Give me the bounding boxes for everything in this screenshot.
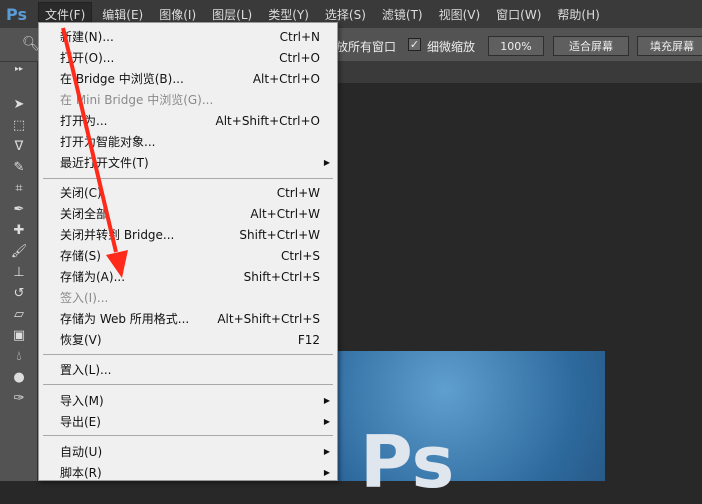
- menu-item[interactable]: 打开为... Alt+Shift+Ctrl+O: [39, 110, 337, 131]
- menu-item-label: 恢复(V): [60, 333, 102, 347]
- menu-item-shortcut: Alt+Shift+Ctrl+O: [215, 113, 320, 128]
- menu-item-label: 打开为...: [60, 114, 108, 128]
- eraser-tool-icon[interactable]: ▱: [0, 304, 38, 325]
- menu-item-shortcut: Alt+Ctrl+O: [252, 71, 320, 86]
- menu-item[interactable]: 在 Bridge 中浏览(B)... Alt+Ctrl+O: [39, 68, 337, 89]
- gradient-tool-icon[interactable]: ▣: [0, 325, 38, 346]
- blur-tool-icon[interactable]: 💧︎: [0, 346, 38, 367]
- menu-item-label: 签入(I)...: [60, 291, 109, 305]
- menu-item-label: 在 Bridge 中浏览(B)...: [60, 72, 184, 86]
- menu-separator: [43, 435, 333, 436]
- menu-item-label: 存储为(A)...: [60, 270, 126, 284]
- quick-select-tool-icon[interactable]: ✎: [0, 157, 38, 178]
- collapse-icon[interactable]: ▸▸: [0, 62, 38, 76]
- menu-item-label: 导出(E): [60, 415, 101, 429]
- menu-item[interactable]: 导入(M) ▶: [39, 390, 337, 411]
- marquee-tool-icon[interactable]: ⬚: [0, 115, 38, 136]
- zoom-100-button[interactable]: 100%: [488, 36, 544, 56]
- healing-brush-icon[interactable]: ✚: [0, 220, 38, 241]
- menu-item[interactable]: 打开(O)... Ctrl+O: [39, 47, 337, 68]
- move-tool-icon[interactable]: ➤: [0, 94, 38, 115]
- menu-separator: [43, 354, 333, 355]
- menu-item[interactable]: 导出(E) ▶: [39, 411, 337, 432]
- menu-item[interactable]: 关闭全部 Alt+Ctrl+W: [39, 203, 337, 224]
- menu-item[interactable]: 自动(U) ▶: [39, 441, 337, 462]
- menu-item-label: 存储为 Web 所用格式...: [60, 312, 190, 326]
- menu-item-shortcut: Ctrl+O: [279, 50, 320, 65]
- menu-item-shortcut: Alt+Shift+Ctrl+S: [217, 311, 320, 326]
- submenu-arrow-icon: ▶: [323, 447, 330, 456]
- menu-item-label: 导入(M): [60, 394, 104, 408]
- menu-item[interactable]: 脚本(R) ▶: [39, 462, 337, 483]
- menu-window[interactable]: 窗口(W): [490, 3, 547, 26]
- all-windows-label[interactable]: 放所有窗口: [336, 38, 396, 55]
- menu-item[interactable]: 存储为(A)... Shift+Ctrl+S: [39, 266, 337, 287]
- menu-item-label: 打开(O)...: [60, 51, 115, 65]
- menu-item[interactable]: 新建(N)... Ctrl+N: [39, 26, 337, 47]
- menu-item-label: 自动(U): [60, 445, 103, 459]
- history-brush-icon[interactable]: ↺: [0, 283, 38, 304]
- menu-item[interactable]: 存储为 Web 所用格式... Alt+Shift+Ctrl+S: [39, 308, 337, 329]
- toolbox: ▸▸ ➤ ⬚ ᐁ ✎ ⌗ ✒ ✚ 🖌︎ ⊥ ↺ ▱ ▣ 💧︎ ● ✑: [0, 62, 38, 481]
- menu-item[interactable]: 恢复(V) F12: [39, 329, 337, 350]
- stamp-tool-icon[interactable]: ⊥: [0, 262, 38, 283]
- dodge-tool-icon[interactable]: ●: [0, 367, 38, 388]
- menu-item: 在 Mini Bridge 中浏览(G)...: [39, 89, 337, 110]
- lasso-tool-icon[interactable]: ᐁ: [0, 136, 38, 157]
- submenu-arrow-icon: ▶: [323, 468, 330, 477]
- scrubby-zoom-label: 细微缩放: [427, 40, 476, 54]
- fit-screen-button[interactable]: 适合屏幕: [553, 36, 629, 56]
- submenu-arrow-icon: ▶: [323, 396, 330, 405]
- menu-item-label: 置入(L)...: [60, 363, 112, 377]
- menu-help[interactable]: 帮助(H): [551, 3, 605, 26]
- menu-item[interactable]: 存储(S) Ctrl+S: [39, 245, 337, 266]
- menu-item-shortcut: Ctrl+N: [279, 29, 320, 44]
- menu-item[interactable]: 打开为智能对象...: [39, 131, 337, 152]
- menu-item-shortcut: Ctrl+W: [276, 185, 320, 200]
- menu-filter[interactable]: 滤镜(T): [376, 3, 429, 26]
- menu-separator: [43, 384, 333, 385]
- submenu-arrow-icon: ▶: [323, 158, 330, 167]
- file-menu-dropdown: 新建(N)... Ctrl+N 打开(O)... Ctrl+O 在 Bridge 中浏览…: [38, 22, 338, 481]
- menu-item-label: 打开为智能对象...: [60, 135, 156, 149]
- menu-separator: [43, 178, 333, 179]
- menu-item-label: 脚本(R): [60, 466, 102, 480]
- menu-item-label: 新建(N)...: [60, 30, 114, 44]
- eyedropper-tool-icon[interactable]: ✒: [0, 199, 38, 220]
- crop-tool-icon[interactable]: ⌗: [0, 178, 38, 199]
- menu-item-label: 关闭(C): [60, 186, 102, 200]
- brush-tool-icon[interactable]: 🖌︎: [0, 241, 38, 262]
- menu-item-shortcut: Shift+Ctrl+S: [243, 269, 320, 284]
- menu-item-label: 最近打开文件(T): [60, 156, 149, 170]
- fill-screen-button[interactable]: 填充屏幕: [637, 36, 702, 56]
- menu-item[interactable]: 关闭(C) Ctrl+W: [39, 182, 337, 203]
- menu-item-label: 关闭全部: [60, 207, 109, 221]
- menu-item-shortcut: Ctrl+S: [280, 248, 320, 263]
- ps-logo: Ps: [6, 4, 27, 24]
- menu-item-label: 关闭并转到 Bridge...: [60, 228, 175, 242]
- menu-item[interactable]: 置入(L)...: [39, 359, 337, 380]
- menu-item[interactable]: 关闭并转到 Bridge... Shift+Ctrl+W: [39, 224, 337, 245]
- scrubby-zoom-checkbox[interactable]: ✓: [408, 38, 421, 51]
- menu-item-shortcut: Shift+Ctrl+W: [239, 227, 320, 242]
- menu-item-label: 存储(S): [60, 249, 101, 263]
- menu-item[interactable]: 最近打开文件(T) ▶: [39, 152, 337, 173]
- menu-view[interactable]: 视图(V): [433, 3, 487, 26]
- menu-item-shortcut: Alt+Ctrl+W: [250, 206, 320, 221]
- submenu-arrow-icon: ▶: [323, 417, 330, 426]
- ps-artwork: Ps: [360, 420, 455, 504]
- menu-item-shortcut: F12: [297, 332, 320, 347]
- menu-item: 签入(I)...: [39, 287, 337, 308]
- menu-item-label: 在 Mini Bridge 中浏览(G)...: [60, 93, 214, 107]
- pen-tool-icon[interactable]: ✑: [0, 388, 38, 409]
